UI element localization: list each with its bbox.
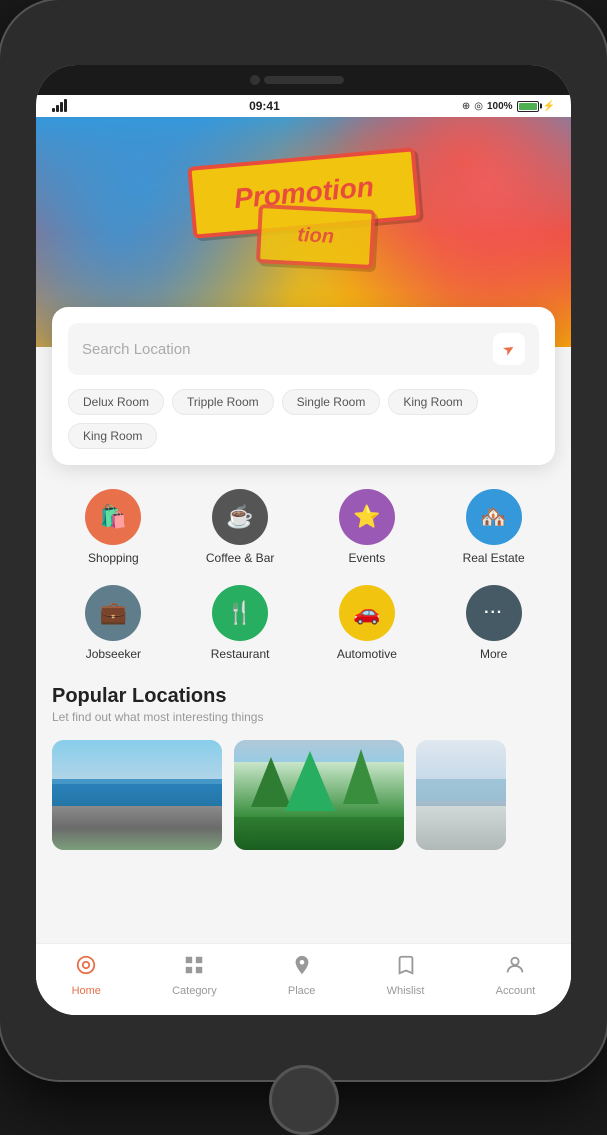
account-nav-label: Account — [496, 985, 536, 997]
category-jobseeker[interactable]: 💼 Jobseeker — [52, 577, 175, 669]
account-icon — [504, 954, 526, 982]
popular-subtitle: Let find out what most interesting thing… — [52, 710, 555, 724]
location-card-2[interactable] — [234, 740, 404, 850]
status-right-icons: ⊕ ◎ 100% ⚡ — [462, 101, 555, 112]
coffee-icon: ☕ — [226, 504, 253, 530]
beach-scene — [416, 740, 506, 850]
place-nav-label: Place — [288, 985, 316, 997]
automotive-label: Automotive — [337, 647, 397, 661]
category-real-estate[interactable]: 🏘️ Real Estate — [432, 481, 555, 573]
category-icon — [183, 954, 205, 982]
wishlist-icon — [395, 954, 417, 982]
charging-icon: ⚡ — [543, 101, 555, 112]
camera — [250, 75, 260, 85]
shopping-label: Shopping — [88, 551, 139, 565]
location-card-3[interactable] — [416, 740, 506, 850]
signal-icon — [52, 100, 67, 112]
real-estate-label: Real Estate — [463, 551, 525, 565]
search-placeholder[interactable]: Search Location — [82, 341, 493, 358]
locations-row — [36, 728, 571, 862]
category-coffee-bar[interactable]: ☕ Coffee & Bar — [179, 481, 302, 573]
home-icon — [75, 954, 97, 982]
popular-title: Popular Locations — [52, 685, 555, 708]
search-input-row[interactable]: Search Location ➤ — [68, 323, 539, 375]
coffee-icon-circle: ☕ — [212, 489, 268, 545]
shopping-icon: 🛍️ — [100, 504, 127, 530]
events-icon: ⭐ — [353, 504, 380, 530]
nav-home[interactable]: Home — [60, 948, 113, 1003]
nav-account[interactable]: Account — [484, 948, 548, 1003]
bottom-nav: Home Category Place — [36, 943, 571, 1015]
location-icon: ⊕ — [462, 101, 470, 112]
battery-percent: 100% — [487, 101, 513, 112]
home-button[interactable] — [269, 1065, 339, 1135]
ocean-scene — [52, 740, 222, 850]
screen-content: Promotion tion Search Location ➤ — [36, 117, 571, 1015]
more-icon-circle: ··· — [466, 585, 522, 641]
nav-category[interactable]: Category — [160, 948, 229, 1003]
nav-wishlist[interactable]: Whislist — [375, 948, 437, 1003]
shopping-icon-circle: 🛍️ — [85, 489, 141, 545]
tag-single-room[interactable]: Single Room — [282, 389, 381, 415]
phone-screen: 09:41 ⊕ ◎ 100% ⚡ Promotion tion — [36, 65, 571, 1015]
promo-sign2: tion — [255, 204, 375, 269]
automotive-icon-circle: 🚗 — [339, 585, 395, 641]
search-card: Search Location ➤ Delux Room Tripple Roo… — [52, 307, 555, 465]
phone-frame: 09:41 ⊕ ◎ 100% ⚡ Promotion tion — [0, 0, 607, 1080]
category-automotive[interactable]: 🚗 Automotive — [306, 577, 429, 669]
events-label: Events — [349, 551, 386, 565]
restaurant-icon-circle: 🍴 — [212, 585, 268, 641]
popular-section-header: Popular Locations Let find out what most… — [36, 677, 571, 728]
phone-notch — [36, 65, 571, 95]
more-icon: ··· — [484, 604, 503, 622]
category-events[interactable]: ⭐ Events — [306, 481, 429, 573]
location-card-1[interactable] — [52, 740, 222, 850]
jobseeker-icon: 💼 — [100, 600, 127, 626]
real-estate-icon: 🏘️ — [480, 504, 507, 530]
real-estate-icon-circle: 🏘️ — [466, 489, 522, 545]
restaurant-icon: 🍴 — [226, 600, 253, 626]
coffee-bar-label: Coffee & Bar — [206, 551, 274, 565]
jobseeker-icon-circle: 💼 — [85, 585, 141, 641]
category-restaurant[interactable]: 🍴 Restaurant — [179, 577, 302, 669]
automotive-icon: 🚗 — [353, 600, 380, 626]
nav-place[interactable]: Place — [276, 948, 328, 1003]
battery-icon — [517, 101, 539, 112]
tag-delux-room[interactable]: Delux Room — [68, 389, 164, 415]
category-more[interactable]: ··· More — [432, 577, 555, 669]
status-bar: 09:41 ⊕ ◎ 100% ⚡ — [36, 95, 571, 117]
jobseeker-label: Jobseeker — [86, 647, 141, 661]
events-icon-circle: ⭐ — [339, 489, 395, 545]
send-icon: ➤ — [500, 339, 519, 360]
status-time: 09:41 — [249, 99, 280, 113]
tag-king-room-2[interactable]: King Room — [68, 423, 157, 449]
category-shopping[interactable]: 🛍️ Shopping — [52, 481, 175, 573]
tag-king-room-1[interactable]: King Room — [388, 389, 477, 415]
search-tags: Delux Room Tripple Room Single Room King… — [68, 389, 539, 449]
restaurant-label: Restaurant — [211, 647, 270, 661]
categories-grid: 🛍️ Shopping ☕ Coffee & Bar ⭐ Events — [36, 465, 571, 677]
home-nav-label: Home — [72, 985, 101, 997]
more-label: More — [480, 647, 507, 661]
place-icon — [291, 954, 313, 982]
location-send-button[interactable]: ➤ — [493, 333, 525, 365]
category-nav-label: Category — [172, 985, 217, 997]
speaker — [264, 76, 344, 84]
forest-scene — [234, 740, 404, 850]
settings-icon: ◎ — [474, 101, 483, 112]
whislist-nav-label: Whislist — [387, 985, 425, 997]
tag-tripple-room[interactable]: Tripple Room — [172, 389, 274, 415]
